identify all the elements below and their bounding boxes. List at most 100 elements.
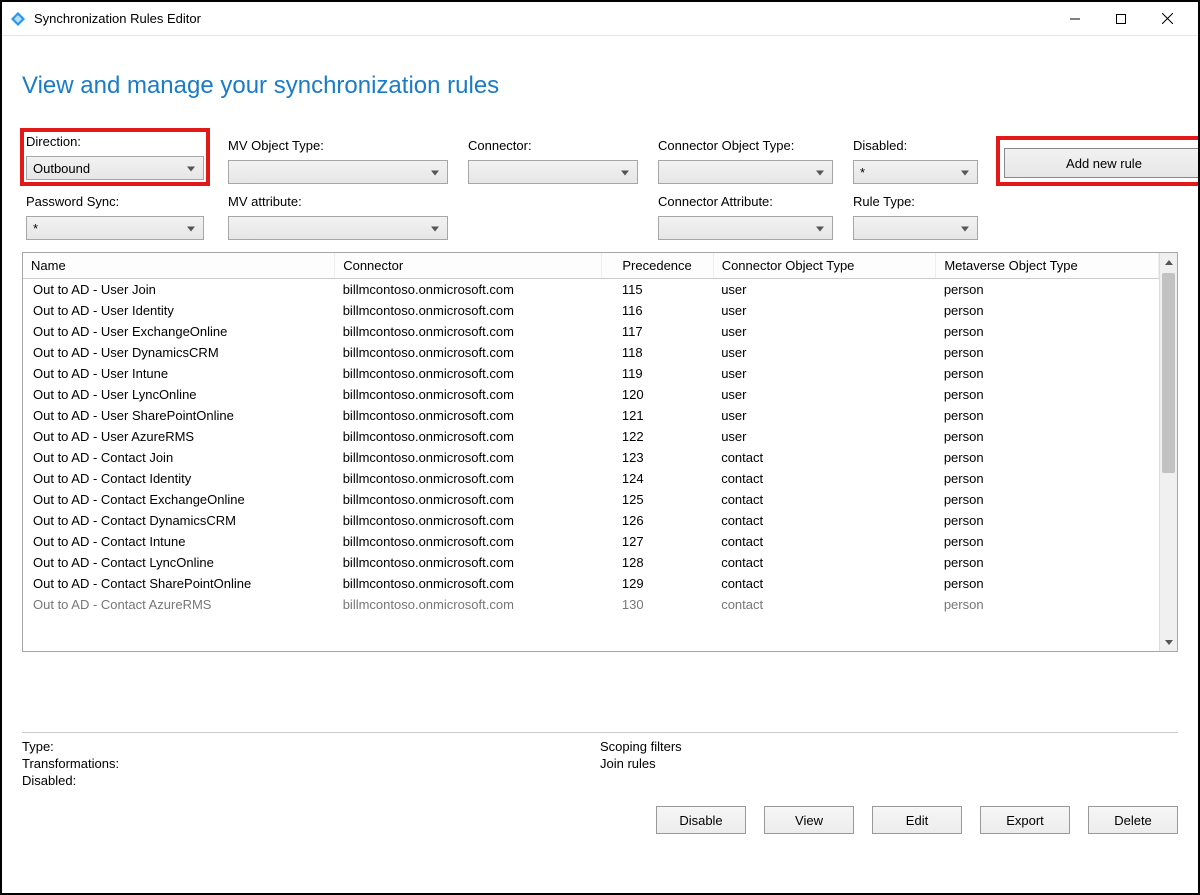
table-row[interactable]: Out to AD - User Joinbillmcontoso.onmicr… [23, 279, 1159, 301]
direction-label: Direction: [26, 134, 204, 152]
table-row[interactable]: Out to AD - User AzureRMSbillmcontoso.on… [23, 426, 1159, 447]
table-row[interactable]: Out to AD - User Identitybillmcontoso.on… [23, 300, 1159, 321]
cell-connector: billmcontoso.onmicrosoft.com [335, 552, 602, 573]
cell-connector: billmcontoso.onmicrosoft.com [335, 426, 602, 447]
cell-name: Out to AD - User Identity [23, 300, 335, 321]
ruletype-label: Rule Type: [853, 194, 978, 212]
pwd-combo[interactable]: * [26, 216, 204, 240]
cell-precedence: 126 [602, 510, 713, 531]
add-rule-highlight: Add new rule [998, 138, 1198, 184]
cell-precedence: 125 [602, 489, 713, 510]
table-row[interactable]: Out to AD - User Intunebillmcontoso.onmi… [23, 363, 1159, 384]
cell-connector: billmcontoso.onmicrosoft.com [335, 279, 602, 301]
filters-panel: Direction: Outbound MV Object Type: Conn… [22, 130, 1178, 240]
cell-connector: billmcontoso.onmicrosoft.com [335, 447, 602, 468]
scroll-thumb[interactable] [1162, 273, 1175, 473]
mvobj-combo[interactable] [228, 160, 448, 184]
cell-connector: billmcontoso.onmicrosoft.com [335, 510, 602, 531]
cell-cot: user [713, 300, 936, 321]
app-window: Synchronization Rules Editor View and ma… [0, 0, 1200, 895]
cell-connector: billmcontoso.onmicrosoft.com [335, 342, 602, 363]
filter-mvattr-group: MV attribute: [228, 194, 448, 240]
connobj-label: Connector Object Type: [658, 138, 833, 156]
connattr-combo[interactable] [658, 216, 833, 240]
table-row[interactable]: Out to AD - Contact ExchangeOnlinebillmc… [23, 489, 1159, 510]
cell-connector: billmcontoso.onmicrosoft.com [335, 468, 602, 489]
connector-label: Connector: [468, 138, 638, 156]
disabled-combo[interactable]: * [853, 160, 978, 184]
table-row[interactable]: Out to AD - Contact Identitybillmcontoso… [23, 468, 1159, 489]
filter-ruletype-group: Rule Type: [853, 194, 978, 240]
add-new-rule-button[interactable]: Add new rule [1004, 148, 1198, 178]
header-connector[interactable]: Connector [335, 253, 602, 279]
cell-mvot: person [936, 552, 1159, 573]
table-row[interactable]: Out to AD - Contact Joinbillmcontoso.onm… [23, 447, 1159, 468]
cell-connector: billmcontoso.onmicrosoft.com [335, 321, 602, 342]
table-row[interactable]: Out to AD - Contact Intunebillmcontoso.o… [23, 531, 1159, 552]
direction-combo[interactable]: Outbound [26, 156, 204, 180]
cell-precedence: 128 [602, 552, 713, 573]
rules-table: Name Connector Precedence Connector Obje… [23, 253, 1159, 615]
table-row[interactable]: Out to AD - User ExchangeOnlinebillmcont… [23, 321, 1159, 342]
minimize-button[interactable] [1052, 4, 1098, 34]
connector-combo[interactable] [468, 160, 638, 184]
cell-cot: user [713, 426, 936, 447]
vertical-scrollbar[interactable] [1159, 253, 1177, 651]
cell-cot: contact [713, 552, 936, 573]
header-mvot[interactable]: Metaverse Object Type [936, 253, 1159, 279]
table-row[interactable]: Out to AD - User DynamicsCRMbillmcontoso… [23, 342, 1159, 363]
cell-connector: billmcontoso.onmicrosoft.com [335, 300, 602, 321]
cell-precedence: 118 [602, 342, 713, 363]
table-row[interactable]: Out to AD - Contact AzureRMSbillmcontoso… [23, 594, 1159, 615]
table-row[interactable]: Out to AD - Contact SharePointOnlinebill… [23, 573, 1159, 594]
filter-direction-group: Direction: Outbound [22, 130, 208, 184]
cell-connector: billmcontoso.onmicrosoft.com [335, 489, 602, 510]
mvattr-label: MV attribute: [228, 194, 448, 212]
view-button[interactable]: View [764, 806, 854, 834]
cell-connector: billmcontoso.onmicrosoft.com [335, 363, 602, 384]
mvattr-combo[interactable] [228, 216, 448, 240]
table-row[interactable]: Out to AD - User LyncOnlinebillmcontoso.… [23, 384, 1159, 405]
cell-mvot: person [936, 405, 1159, 426]
header-precedence[interactable]: Precedence [602, 253, 713, 279]
table-row[interactable]: Out to AD - Contact DynamicsCRMbillmcont… [23, 510, 1159, 531]
cell-name: Out to AD - Contact Intune [23, 531, 335, 552]
delete-button[interactable]: Delete [1088, 806, 1178, 834]
maximize-button[interactable] [1098, 4, 1144, 34]
cell-cot: user [713, 405, 936, 426]
window-controls [1052, 4, 1190, 34]
cell-mvot: person [936, 468, 1159, 489]
disable-button[interactable]: Disable [656, 806, 746, 834]
connobj-combo[interactable] [658, 160, 833, 184]
cell-cot: user [713, 384, 936, 405]
edit-button[interactable]: Edit [872, 806, 962, 834]
close-button[interactable] [1144, 4, 1190, 34]
cell-name: Out to AD - Contact Identity [23, 468, 335, 489]
cell-cot: contact [713, 573, 936, 594]
filter-pwd-group: Password Sync: * [22, 194, 208, 240]
cell-mvot: person [936, 300, 1159, 321]
rules-table-scroll[interactable]: Name Connector Precedence Connector Obje… [23, 253, 1159, 651]
cell-name: Out to AD - User SharePointOnline [23, 405, 335, 426]
ruletype-combo[interactable] [853, 216, 978, 240]
header-name[interactable]: Name [23, 253, 335, 279]
cell-cot: contact [713, 594, 936, 615]
table-row[interactable]: Out to AD - Contact LyncOnlinebillmconto… [23, 552, 1159, 573]
table-header-row: Name Connector Precedence Connector Obje… [23, 253, 1159, 279]
table-row[interactable]: Out to AD - User SharePointOnlinebillmco… [23, 405, 1159, 426]
export-button[interactable]: Export [980, 806, 1070, 834]
detail-transformations: Transformations: [22, 756, 600, 771]
cell-name: Out to AD - User AzureRMS [23, 426, 335, 447]
cell-connector: billmcontoso.onmicrosoft.com [335, 384, 602, 405]
cell-mvot: person [936, 489, 1159, 510]
header-cot[interactable]: Connector Object Type [713, 253, 936, 279]
scroll-down-icon[interactable] [1160, 633, 1177, 651]
cell-mvot: person [936, 426, 1159, 447]
cell-cot: user [713, 342, 936, 363]
filter-connattr-group: Connector Attribute: [658, 194, 833, 240]
scroll-up-icon[interactable] [1160, 253, 1177, 271]
cell-connector: billmcontoso.onmicrosoft.com [335, 573, 602, 594]
mvobj-label: MV Object Type: [228, 138, 448, 156]
cell-cot: contact [713, 489, 936, 510]
cell-name: Out to AD - User ExchangeOnline [23, 321, 335, 342]
